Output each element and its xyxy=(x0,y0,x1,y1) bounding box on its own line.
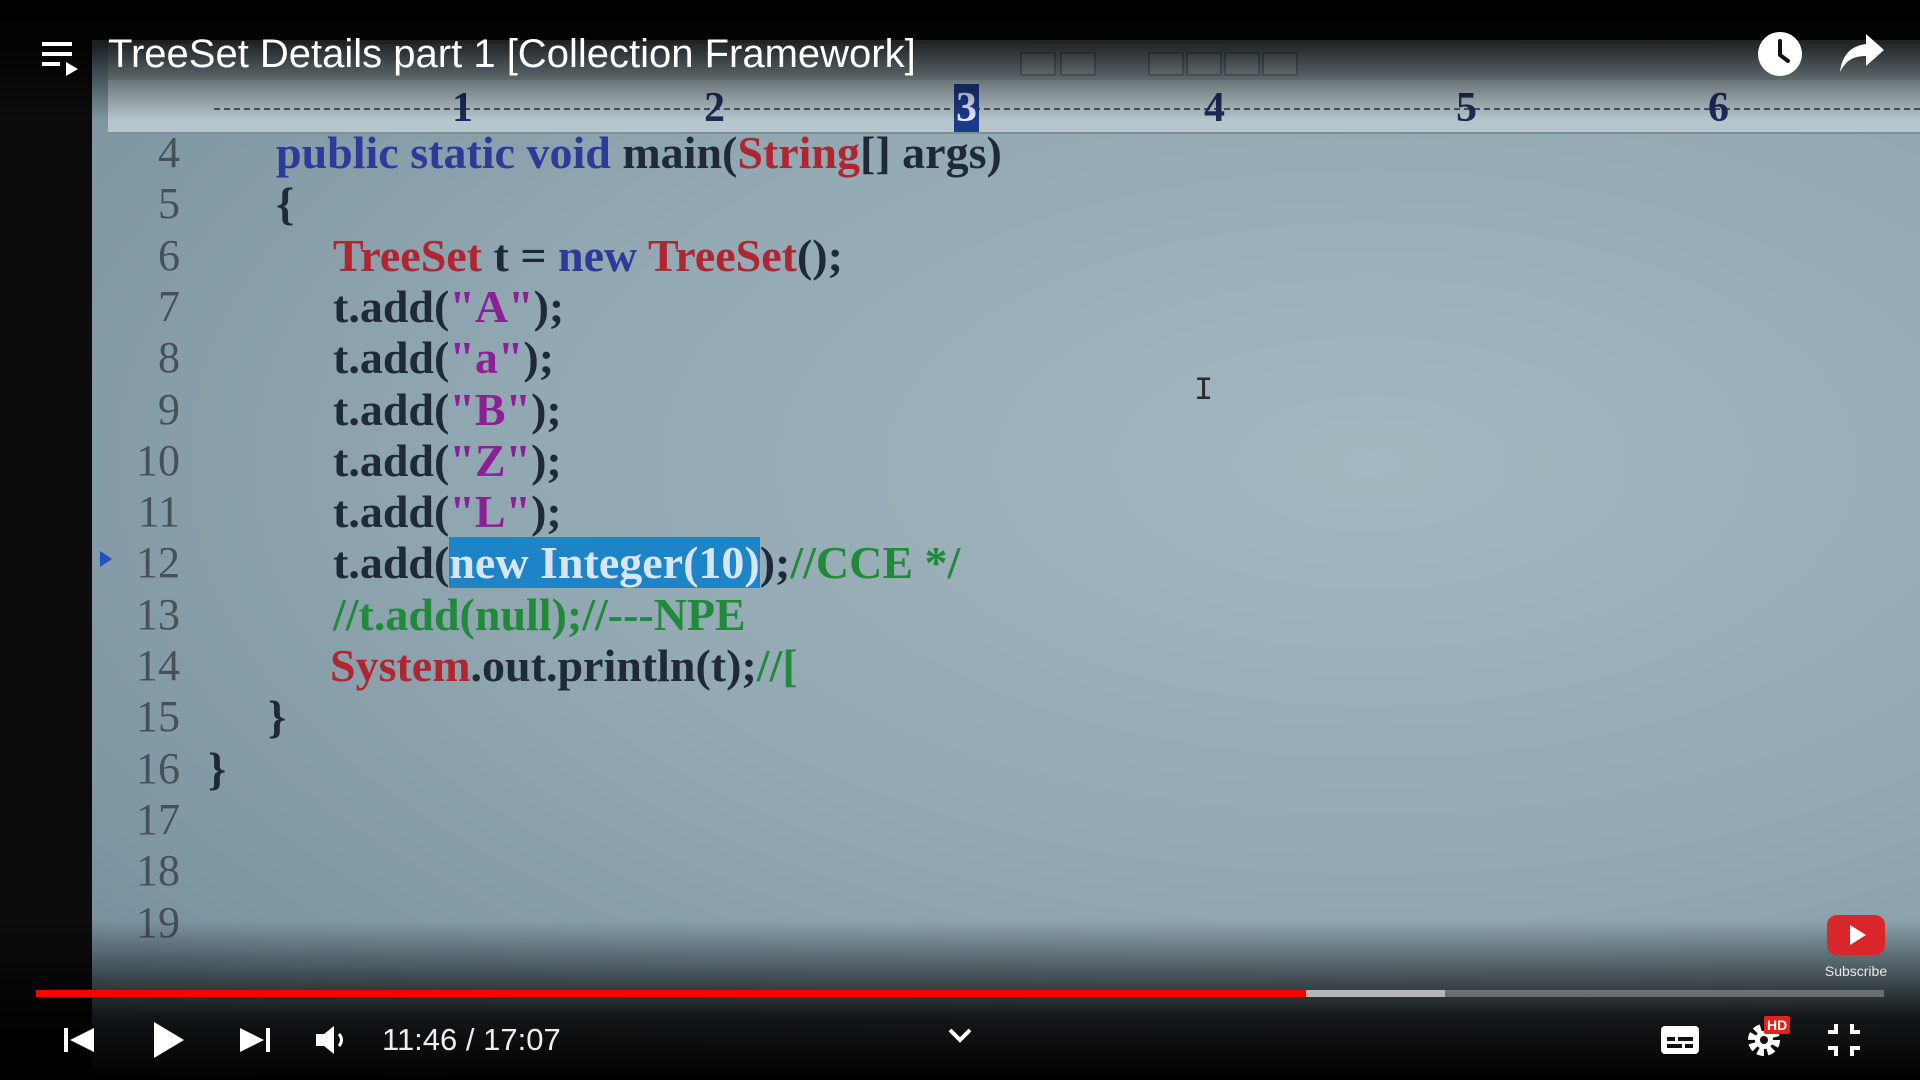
code-token: main( xyxy=(622,127,738,178)
code-text[interactable]: TreeSet t = new TreeSet(); xyxy=(333,229,843,281)
time-current: 11:46 xyxy=(382,1022,458,1057)
line-number: 18 xyxy=(136,846,180,896)
code-token: .out.println(t); xyxy=(470,640,757,691)
hd-badge: HD xyxy=(1764,1016,1791,1034)
selected-text: new Integer(10) xyxy=(449,537,760,589)
code-text[interactable]: //t.add(null);//---NPE xyxy=(333,588,746,640)
line-number: 13 xyxy=(136,589,180,639)
line-number: 8 xyxy=(158,333,180,383)
code-token: ); xyxy=(759,537,791,589)
time-display: 11:46 / 17:07 xyxy=(382,1018,561,1062)
code-token: t.add( xyxy=(333,537,450,589)
code-token: "A" xyxy=(449,280,534,332)
code-token: "B" xyxy=(449,383,532,435)
code-token: //CCE */ xyxy=(790,537,961,589)
code-token: "a" xyxy=(449,332,524,384)
line-number: 11 xyxy=(137,487,180,537)
code-token: TreeSet xyxy=(647,229,797,281)
text-cursor-icon: I xyxy=(1194,372,1214,409)
line-number: 6 xyxy=(158,230,180,280)
line-number: 17 xyxy=(136,794,180,844)
time-separator: / xyxy=(457,1022,484,1057)
code-token: } xyxy=(268,691,287,743)
line-number: 4 xyxy=(158,128,180,177)
code-token: System xyxy=(330,640,471,691)
code-token: t = xyxy=(482,229,559,281)
line-number: 9 xyxy=(158,384,180,434)
code-token: new xyxy=(558,229,648,281)
code-token: } xyxy=(208,742,227,794)
code-token: t.add( xyxy=(333,434,450,486)
code-token: "Z" xyxy=(449,434,532,486)
line-number: 14 xyxy=(136,641,180,690)
bottom-gradient xyxy=(0,920,1920,1080)
code-text[interactable]: } xyxy=(268,692,286,742)
code-text[interactable]: t.add("a"); xyxy=(333,333,554,383)
code-text[interactable]: t.add("B"); xyxy=(333,383,562,435)
subtitles-icon[interactable] xyxy=(1658,1018,1702,1062)
video-title[interactable]: TreeSet Details part 1 [Collection Frame… xyxy=(108,30,916,78)
progress-bar[interactable] xyxy=(36,990,1884,997)
code-text[interactable]: System.out.println(t);//[ xyxy=(330,641,798,691)
code-text[interactable]: t.add("A"); xyxy=(333,280,565,332)
video-frame[interactable]: 123456 4public static void main(String[]… xyxy=(0,0,1920,1080)
subscribe-label: Subscribe xyxy=(1824,963,1888,979)
line-number: 10 xyxy=(136,435,180,485)
play-icon[interactable] xyxy=(146,1018,190,1062)
code-token: ); xyxy=(531,383,562,435)
code-token: "L" xyxy=(449,486,532,538)
progress-played xyxy=(36,990,1307,997)
line-number: 7 xyxy=(158,281,180,331)
code-token: TreeSet xyxy=(333,229,483,281)
code-text[interactable]: t.add(new Integer(10));//CCE */ xyxy=(333,537,961,589)
code-text[interactable]: public static void main(String[] args) xyxy=(276,128,1002,178)
code-token: t.add( xyxy=(333,280,450,332)
subscribe-icon xyxy=(1827,915,1885,955)
code-token: //t.add(null);//---NPE xyxy=(333,588,746,640)
previous-icon[interactable] xyxy=(58,1018,102,1062)
code-token: //[ xyxy=(756,640,798,691)
playlist-icon[interactable] xyxy=(40,34,84,78)
volume-icon[interactable] xyxy=(312,1018,352,1062)
code-token: [] args) xyxy=(860,127,1002,178)
time-total: 17:07 xyxy=(483,1022,561,1057)
current-line-marker-icon xyxy=(100,551,112,567)
code-token: t.add( xyxy=(333,383,450,435)
code-token: t.add( xyxy=(333,332,450,384)
code-token: ); xyxy=(533,280,565,332)
exit-fullscreen-icon[interactable] xyxy=(1822,1018,1866,1062)
code-token: t.add( xyxy=(333,486,450,538)
code-token: ); xyxy=(531,434,562,486)
line-number: 15 xyxy=(136,692,180,742)
code-token: ); xyxy=(523,332,555,384)
code-text[interactable]: t.add("Z"); xyxy=(333,434,562,486)
settings-button[interactable]: HD xyxy=(1742,1016,1796,1062)
code-token: ); xyxy=(531,486,562,538)
share-icon[interactable] xyxy=(1838,32,1886,76)
code-token: (); xyxy=(796,229,843,281)
line-number: 16 xyxy=(136,743,180,793)
code-token: String xyxy=(737,127,861,178)
line-number: 5 xyxy=(158,179,180,229)
chevron-down-icon[interactable] xyxy=(944,1024,976,1048)
subscribe-button[interactable]: Subscribe xyxy=(1824,914,1888,979)
code-text[interactable]: { xyxy=(276,179,294,229)
code-text[interactable]: } xyxy=(208,742,227,794)
code-token: public static void xyxy=(276,127,623,178)
code-text[interactable]: t.add("L"); xyxy=(333,487,562,537)
next-icon[interactable] xyxy=(232,1018,276,1062)
code-token: { xyxy=(276,178,295,230)
watch-later-icon[interactable] xyxy=(1756,30,1804,78)
